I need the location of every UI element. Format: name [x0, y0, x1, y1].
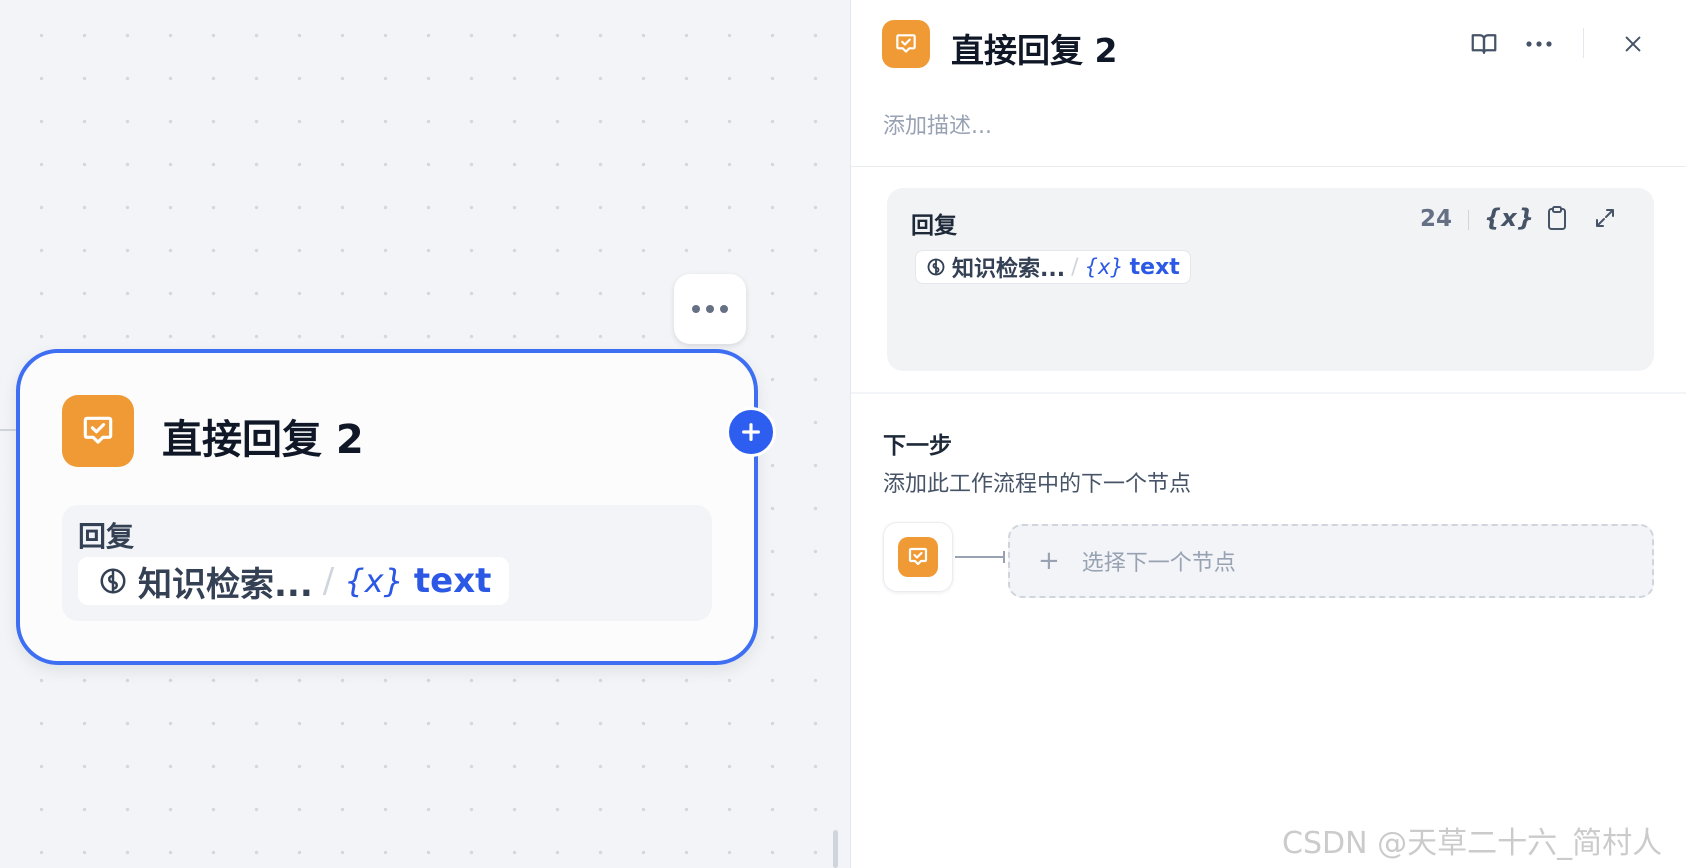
more-icon [1526, 41, 1552, 47]
insert-variable-button[interactable]: {x} [1484, 200, 1534, 236]
help-doc-button[interactable] [1464, 24, 1504, 64]
variable-icon: {x} [344, 562, 404, 600]
divider [851, 392, 1686, 394]
knowledge-retrieval-icon [927, 258, 945, 276]
reply-variable-chip: 知识检索... / {x} text [915, 250, 1191, 284]
answer-icon [62, 395, 134, 467]
node-reply-label: 回复 [78, 520, 135, 553]
toolbar-divider [1468, 210, 1469, 230]
select-next-node-label: 选择下一个节点 [1081, 551, 1236, 576]
variable-separator: / [1071, 254, 1079, 280]
next-step-description: 添加此工作流程中的下一个节点 [883, 472, 1192, 497]
reply-editor[interactable]: 回复 24 {x} 知识检索... / {x} text [887, 188, 1654, 371]
add-next-node-button[interactable] [726, 407, 776, 457]
node-config-panel: 直接回复 2 添加描述... 回复 24 {x} 知识检索... / {x} t… [850, 0, 1686, 868]
knowledge-retrieval-icon [100, 568, 126, 594]
answer-icon [882, 20, 930, 68]
current-node-thumbnail [883, 522, 953, 592]
node-title: 直接回复 2 [162, 417, 364, 463]
watermark: CSDN @天草二十六_简村人 [1282, 826, 1663, 861]
node-variable-chip: 知识检索... / {x} text [78, 557, 510, 605]
close-icon [1625, 36, 1641, 52]
more-icon [692, 305, 728, 313]
description-input[interactable]: 添加描述... [883, 108, 992, 140]
answer-icon [898, 537, 938, 577]
clipboard-icon [1548, 206, 1566, 230]
canvas-scrollbar[interactable] [833, 830, 838, 868]
expand-icon [1596, 209, 1614, 227]
workflow-canvas[interactable]: 直接回复 2 回复 知识检索... / {x} text [0, 0, 850, 868]
answer-node[interactable]: 直接回复 2 回复 知识检索... / {x} text [16, 349, 758, 665]
variable-separator: / [322, 561, 335, 601]
node-more-button[interactable] [674, 274, 746, 344]
divider [851, 166, 1686, 167]
select-next-node-button[interactable]: + 选择下一个节点 [1008, 524, 1654, 598]
variable-name: text [1129, 254, 1180, 280]
next-step-connector [955, 551, 1005, 563]
panel-title[interactable]: 直接回复 2 [951, 24, 1117, 72]
node-reply-preview: 回复 知识检索... / {x} text [62, 505, 712, 621]
reply-label: 回复 [911, 213, 957, 239]
variable-source: 知识检索... [952, 257, 1066, 282]
expand-button[interactable] [1587, 200, 1623, 236]
plus-icon [742, 423, 760, 441]
close-panel-button[interactable] [1613, 24, 1653, 64]
panel-more-button[interactable] [1519, 24, 1559, 64]
copy-button[interactable] [1539, 200, 1575, 236]
variable-name: text [413, 561, 492, 601]
char-count: 24 [1420, 206, 1453, 232]
variable-source: 知识检索... [138, 564, 313, 605]
next-step-title: 下一步 [883, 433, 952, 459]
book-icon [1471, 34, 1497, 54]
variable-icon: {x} [1084, 255, 1124, 279]
plus-icon: + [1038, 546, 1060, 576]
header-divider [1583, 28, 1584, 58]
